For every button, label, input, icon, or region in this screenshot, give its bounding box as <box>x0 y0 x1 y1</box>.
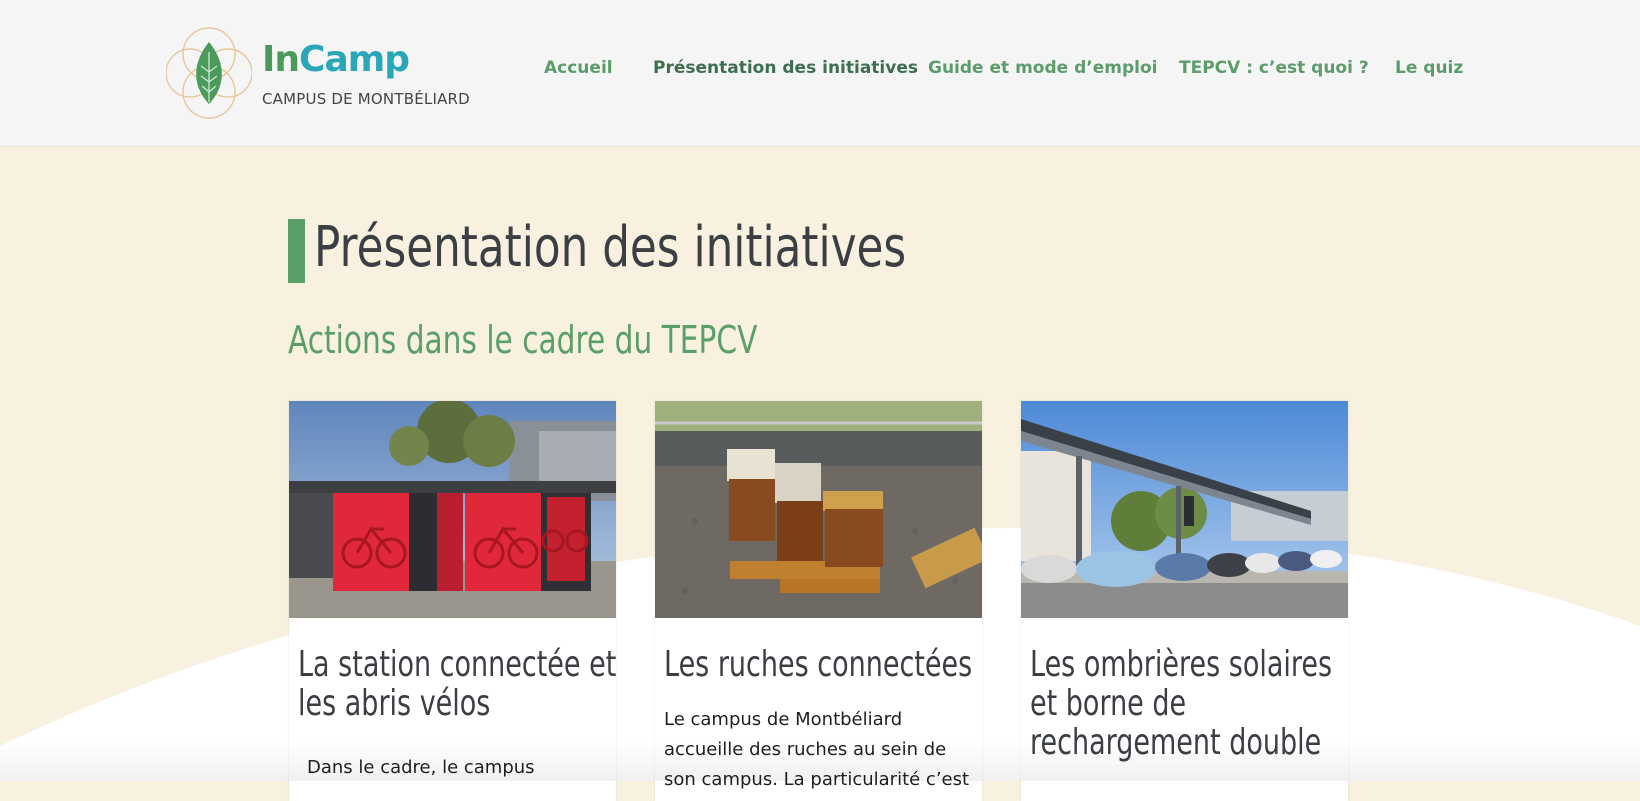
main-nav: Accueil Présentation des initiatives Gui… <box>0 58 1640 82</box>
page-title: Présentation des initiatives <box>314 215 907 280</box>
nav-item-guide[interactable]: Guide et mode d’emploi <box>928 58 1157 78</box>
card-text: Le campus de Montbéliard accueille des r… <box>664 709 970 801</box>
brand-subtitle: CAMPUS DE MONTBÉLIARD <box>262 90 470 108</box>
card-title[interactable]: Les ombrières solaires et borne de recha… <box>1030 645 1348 762</box>
initiative-card-solar-carports[interactable]: Les ombrières solaires et borne de recha… <box>1021 401 1348 801</box>
initiative-card-bike-station[interactable]: La station connectée et les abris vélos … <box>289 401 616 801</box>
card-text: Dans le cadre, le campus <box>307 757 535 778</box>
beehives-photo[interactable] <box>655 401 982 618</box>
bike-shelter-photo[interactable] <box>289 401 616 618</box>
section-title: Actions dans le cadre du TEPCV <box>288 318 758 362</box>
nav-item-quiz[interactable]: Le quiz <box>1395 58 1463 78</box>
solar-carport-photo[interactable] <box>1021 401 1348 618</box>
title-accent-bar <box>288 219 305 283</box>
nav-item-tepcv[interactable]: TEPCV : c’est quoi ? <box>1179 58 1369 78</box>
nav-item-accueil[interactable]: Accueil <box>544 58 613 78</box>
card-title[interactable]: Les ruches connectées <box>664 645 982 684</box>
site-header: InCamp CAMPUS DE MONTBÉLIARD Accueil Pré… <box>0 0 1640 147</box>
card-title[interactable]: La station connectée et les abris vélos <box>298 645 616 723</box>
nav-item-presentation[interactable]: Présentation des initiatives <box>653 58 918 78</box>
initiative-card-beehives[interactable]: Les ruches connectées Le campus de Montb… <box>655 401 982 801</box>
